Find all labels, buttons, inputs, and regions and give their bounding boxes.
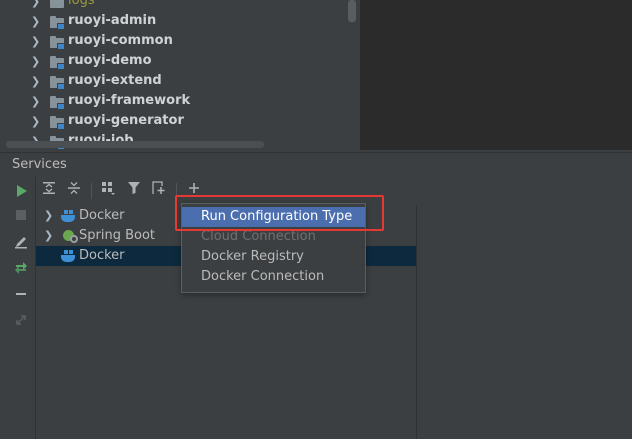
spring-boot-icon: [61, 229, 78, 243]
module-folder-icon: [50, 96, 65, 110]
module-folder-icon: [50, 76, 65, 90]
stop-button[interactable]: [12, 208, 30, 226]
resize-icon: [16, 315, 26, 325]
chevron-right-icon[interactable]: ❯: [31, 95, 41, 109]
tree-item-ruoyi-admin[interactable]: ❯ ruoyi-admin: [0, 12, 345, 32]
deploy-button[interactable]: [12, 261, 30, 279]
chevron-right-icon[interactable]: ❯: [31, 15, 41, 29]
chevron-right-icon[interactable]: ❯: [31, 115, 41, 129]
new-tab-button[interactable]: [149, 181, 169, 201]
chevron-right-icon[interactable]: ❯: [44, 209, 53, 222]
tree-item-label: ruoyi-generator: [68, 113, 184, 128]
tree-item-label: ruoyi-framework: [68, 93, 191, 108]
tree-item-ruoyi-common[interactable]: ❯ ruoyi-common: [0, 32, 345, 52]
tree-item-logs[interactable]: ❯ logs: [0, 0, 345, 12]
tree-item-label: logs: [68, 0, 95, 8]
services-panel-header: Services: [0, 152, 632, 177]
module-folder-icon: [50, 16, 65, 30]
edit-configuration-button[interactable]: [12, 235, 30, 253]
service-label: Docker: [79, 208, 125, 223]
tree-item-ruoyi-generator[interactable]: ❯ ruoyi-generator: [0, 112, 345, 132]
expand-button[interactable]: [12, 313, 30, 331]
service-details-pane: [416, 205, 632, 439]
plus-icon: [189, 183, 199, 193]
chevron-right-icon[interactable]: ❯: [44, 229, 53, 242]
tree-item-label: ruoyi-admin: [68, 13, 157, 28]
expand-all-icon: [43, 182, 55, 194]
docker-icon: [61, 249, 77, 263]
chevron-right-icon[interactable]: ❯: [31, 55, 41, 69]
filter-button[interactable]: [124, 181, 144, 201]
folder-icon: [50, 0, 64, 8]
menu-item-label: Cloud Connection: [201, 229, 316, 244]
module-folder-icon: [50, 116, 65, 130]
tree-item-label: ruoyi-extend: [68, 73, 162, 88]
service-label: Docker: [79, 248, 125, 263]
filter-icon: [128, 182, 140, 194]
project-tree: ❯ logs ❯ ruoyi-admin ❯ ruoyi-common ❯ ru…: [0, 0, 360, 150]
module-folder-icon: [50, 36, 65, 50]
module-folder-icon: [50, 56, 65, 70]
collapse-all-button[interactable]: [64, 181, 84, 201]
highlight-annotation: [175, 195, 384, 231]
chevron-right-icon[interactable]: ❯: [31, 0, 41, 9]
expand-all-button[interactable]: [39, 181, 59, 201]
services-side-toolbar: [0, 177, 36, 439]
minus-icon: [16, 293, 26, 295]
remove-button[interactable]: [12, 287, 30, 305]
tree-item-label: ruoyi-common: [68, 33, 173, 48]
toolbar-separator: [91, 183, 92, 199]
menu-item-label: Docker Registry: [201, 249, 304, 264]
tree-item-ruoyi-extend[interactable]: ❯ ruoyi-extend: [0, 72, 345, 92]
pencil-icon: [15, 237, 27, 249]
menu-item-docker-registry[interactable]: Docker Registry: [182, 247, 365, 267]
menu-item-docker-connection[interactable]: Docker Connection: [182, 267, 365, 287]
services-title: Services: [12, 157, 67, 172]
editor-area: [360, 0, 632, 150]
chevron-right-icon[interactable]: ❯: [31, 35, 41, 49]
stop-icon: [16, 210, 26, 220]
run-icon: [17, 185, 27, 197]
vertical-scrollbar[interactable]: [348, 0, 356, 22]
group-icon: [102, 182, 115, 195]
deploy-icon: [15, 262, 27, 274]
add-tab-icon: [152, 181, 165, 194]
tree-item-label: ruoyi-demo: [68, 53, 152, 68]
menu-item-label: Docker Connection: [201, 269, 325, 284]
chevron-right-icon[interactable]: ❯: [31, 75, 41, 89]
docker-icon: [61, 209, 77, 223]
tree-item-ruoyi-framework[interactable]: ❯ ruoyi-framework: [0, 92, 345, 112]
horizontal-scrollbar[interactable]: [6, 141, 264, 148]
tree-item-ruoyi-demo[interactable]: ❯ ruoyi-demo: [0, 52, 345, 72]
collapse-all-icon: [68, 182, 80, 194]
service-label: Spring Boot: [79, 228, 156, 243]
group-by-button[interactable]: [98, 181, 118, 201]
run-button[interactable]: [12, 184, 30, 202]
